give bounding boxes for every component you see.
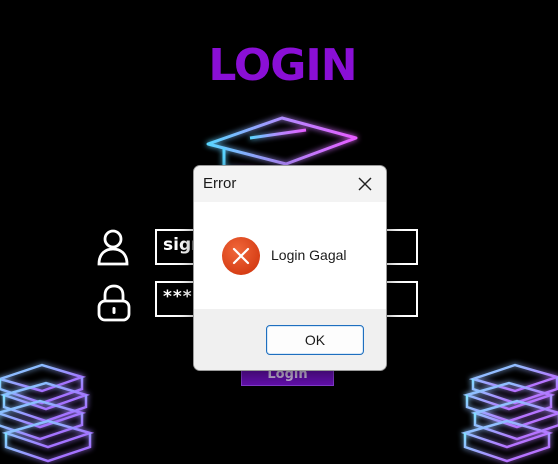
error-dialog: Error Login Gagal OK — [193, 165, 387, 371]
dialog-message: Login Gagal — [271, 247, 347, 263]
ok-button[interactable]: OK — [266, 325, 364, 355]
user-icon — [97, 229, 129, 266]
lock-icon — [97, 284, 131, 322]
error-icon — [222, 237, 260, 275]
login-window: LOGIN sign **** Login Error Login Gagal … — [0, 0, 558, 464]
dialog-title: Error — [203, 175, 237, 192]
close-icon[interactable] — [356, 175, 374, 193]
page-title: LOGIN — [208, 40, 357, 91]
books-right-icon — [460, 363, 558, 463]
books-left-icon — [0, 363, 95, 463]
